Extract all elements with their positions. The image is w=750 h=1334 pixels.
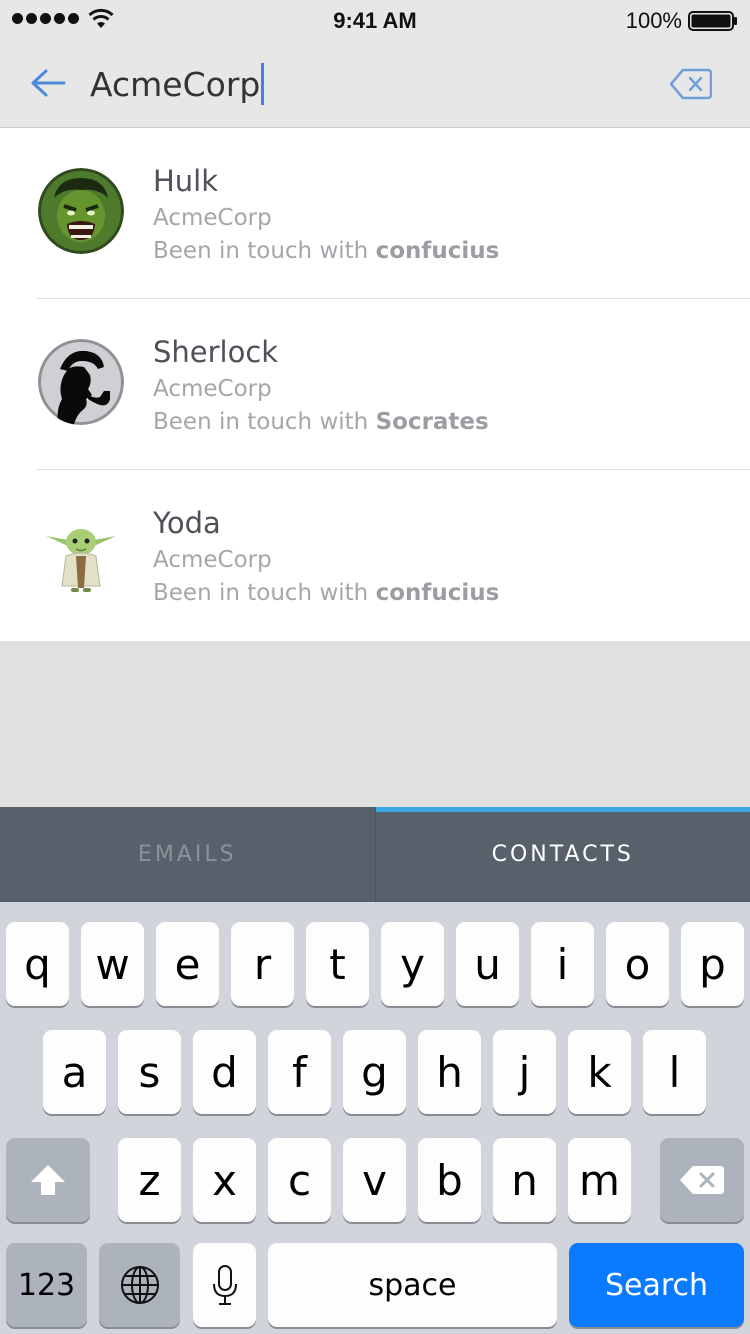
key-q[interactable]: q [6, 922, 69, 1006]
key-o[interactable]: o [606, 922, 669, 1006]
key-v[interactable]: v [343, 1138, 406, 1222]
status-bar: 9:41 AM 100% [0, 0, 750, 40]
search-key[interactable]: Search [569, 1243, 744, 1327]
key-z[interactable]: z [118, 1138, 181, 1222]
contact-name: Sherlock [153, 335, 279, 369]
contact-row[interactable]: Hulk AcmeCorp Been in touch with confuci… [0, 128, 750, 299]
yoda-avatar [46, 529, 116, 592]
key-c[interactable]: c [268, 1138, 331, 1222]
key-r[interactable]: r [231, 922, 294, 1006]
backspace-key[interactable] [660, 1138, 744, 1222]
key-y[interactable]: y [381, 922, 444, 1006]
globe-key[interactable] [99, 1243, 180, 1327]
hulk-avatar [38, 168, 124, 254]
contact-row[interactable]: Yoda AcmeCorp Been in touch with confuci… [0, 470, 750, 641]
key-j[interactable]: j [493, 1030, 556, 1114]
backspace-icon [680, 1166, 724, 1194]
microphone-icon [212, 1265, 237, 1305]
shift-key[interactable] [6, 1138, 90, 1222]
key-w[interactable]: w [81, 922, 144, 1006]
numbers-key[interactable]: 123 [6, 1243, 87, 1327]
contact-organization: AcmeCorp [153, 205, 272, 231]
dictation-key[interactable] [193, 1243, 256, 1327]
key-p[interactable]: p [681, 922, 744, 1006]
search-query: AcmeCorp [90, 64, 261, 104]
contact-name: Hulk [153, 164, 219, 198]
key-b[interactable]: b [418, 1138, 481, 1222]
key-u[interactable]: u [456, 922, 519, 1006]
key-n[interactable]: n [493, 1138, 556, 1222]
key-e[interactable]: e [156, 922, 219, 1006]
contact-last-touch: Been in touch with Socrates [153, 409, 489, 435]
key-h[interactable]: h [418, 1030, 481, 1114]
clear-search-icon[interactable] [670, 68, 712, 100]
battery-icon [688, 11, 737, 31]
tab-contacts[interactable]: CONTACTS [375, 807, 750, 902]
battery-percentage: 100% [625, 8, 682, 33]
key-d[interactable]: d [193, 1030, 256, 1114]
key-i[interactable]: i [531, 922, 594, 1006]
on-screen-keyboard: q w e r t y u i o p a s d f g h j k l z … [0, 902, 750, 1334]
key-k[interactable]: k [568, 1030, 631, 1114]
key-m[interactable]: m [568, 1138, 631, 1222]
contact-organization: AcmeCorp [153, 547, 272, 573]
contact-name: Yoda [153, 506, 221, 540]
key-t[interactable]: t [306, 922, 369, 1006]
sherlock-avatar [38, 339, 124, 425]
contact-last-touch: Been in touch with confucius [153, 238, 500, 264]
search-input[interactable]: AcmeCorp [90, 62, 265, 106]
globe-icon [120, 1266, 159, 1304]
key-l[interactable]: l [643, 1030, 706, 1114]
search-header: AcmeCorp [0, 40, 750, 128]
key-g[interactable]: g [343, 1030, 406, 1114]
space-key[interactable]: space [268, 1243, 557, 1327]
tab-emails[interactable]: EMAILS [0, 807, 376, 902]
touch-person: confucius [375, 580, 500, 606]
key-a[interactable]: a [43, 1030, 106, 1114]
shift-icon [31, 1165, 65, 1195]
contact-organization: AcmeCorp [153, 376, 272, 402]
touch-person: Socrates [375, 409, 489, 435]
key-s[interactable]: s [118, 1030, 181, 1114]
empty-background [0, 641, 750, 807]
contacts-results-list: Hulk AcmeCorp Been in touch with confuci… [0, 128, 750, 641]
key-x[interactable]: x [193, 1138, 256, 1222]
text-caret [261, 63, 265, 105]
contact-last-touch: Been in touch with confucius [153, 580, 500, 606]
contact-row[interactable]: Sherlock AcmeCorp Been in touch with Soc… [0, 299, 750, 470]
key-f[interactable]: f [268, 1030, 331, 1114]
result-type-tabs: EMAILS CONTACTS [0, 807, 750, 902]
back-arrow-icon[interactable] [28, 66, 68, 100]
touch-person: confucius [375, 238, 500, 264]
